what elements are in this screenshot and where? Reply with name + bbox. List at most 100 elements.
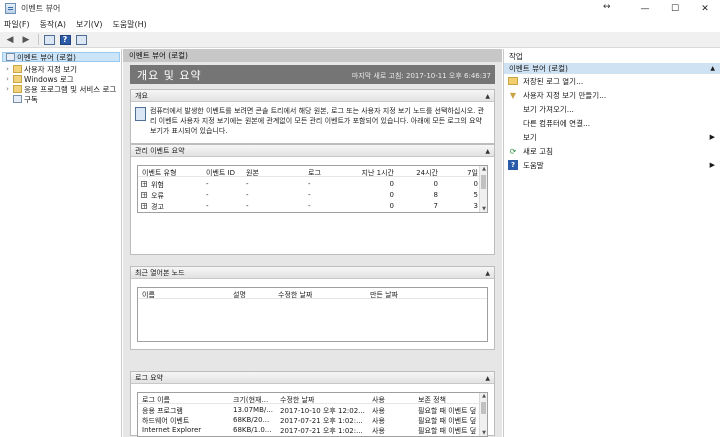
- scroll-down-icon[interactable]: ▼: [480, 206, 487, 212]
- folder-icon: [13, 85, 22, 93]
- help-icon: ?: [508, 160, 518, 170]
- tree-item-windows-logs[interactable]: › Windows 로그: [4, 74, 74, 84]
- expand-chevron-icon[interactable]: ›: [4, 75, 11, 83]
- action-label: 보기 가져오기...: [523, 104, 574, 114]
- table-scrollbar[interactable]: ▲ ▼: [479, 393, 487, 436]
- column-header[interactable]: 7일: [448, 168, 478, 178]
- table-row[interactable]: + 오류 - - - 0 8 5: [138, 190, 487, 201]
- menu-action[interactable]: 동작(A): [40, 19, 66, 30]
- table-cell: -: [308, 202, 311, 210]
- tree-item-event-viewer-local[interactable]: 이벤트 뷰어 (로컬): [2, 52, 120, 62]
- column-header[interactable]: 24시간: [400, 168, 438, 178]
- table-cell: 68KB/20...: [233, 416, 270, 424]
- table-cell: -: [308, 180, 311, 188]
- connect-computer-action[interactable]: 다른 컴퓨터에 연결...: [504, 116, 720, 130]
- collapse-icon[interactable]: ▲: [710, 65, 715, 72]
- table-cell: 7: [433, 202, 438, 210]
- menu-file[interactable]: 파일(F): [4, 19, 30, 30]
- column-header[interactable]: 사용: [372, 395, 385, 405]
- actions-pane: 작업 이벤트 뷰어 (로컬) ▲ 저장된 로그 열기... ▼ 사용자 지정 보…: [503, 49, 720, 437]
- create-custom-view-action[interactable]: ▼ 사용자 지정 보기 만들기...: [504, 88, 720, 102]
- open-saved-log-action[interactable]: 저장된 로그 열기...: [504, 74, 720, 88]
- back-button[interactable]: ◀: [3, 33, 17, 46]
- column-header[interactable]: 수정한 날짜: [278, 290, 312, 300]
- column-header[interactable]: 지난 1시간: [356, 168, 394, 178]
- tree-item-subscriptions[interactable]: 구독: [11, 94, 38, 104]
- expand-plus-icon[interactable]: +: [141, 203, 147, 210]
- tree-item-app-service-logs[interactable]: › 응용 프로그램 및 서비스 로그: [4, 84, 121, 94]
- table-row[interactable]: Internet Explorer 68KB/1.0... 2017-07-21…: [138, 425, 487, 436]
- actions-header: 작업: [504, 49, 720, 63]
- column-header[interactable]: 이벤트 ID: [206, 168, 246, 178]
- column-header[interactable]: 크기(현재...: [233, 395, 277, 405]
- recent-nodes-section-header[interactable]: 최근 열어본 노드 ▲: [131, 267, 494, 279]
- column-header[interactable]: 보존 정책: [418, 395, 446, 405]
- center-scrollbar[interactable]: [495, 84, 502, 436]
- table-cell: Internet Explorer: [142, 426, 202, 434]
- action-label: 다른 컴퓨터에 연결...: [523, 118, 591, 128]
- show-hide-console-tree-button[interactable]: [42, 33, 56, 46]
- table-cell: 오류: [151, 192, 164, 200]
- last-refresh-text: 마지막 새로 고침: 2017-10-11 오후 6:46:37: [351, 72, 491, 80]
- console-tree-icon: [43, 34, 55, 45]
- help-toolbar-button[interactable]: ?: [58, 33, 72, 46]
- resize-cursor-icon: ↔: [603, 2, 611, 12]
- collapse-icon[interactable]: ▲: [485, 93, 490, 100]
- action-pane-icon: [75, 34, 87, 45]
- submenu-arrow-icon: ▶: [709, 133, 715, 141]
- help-action[interactable]: ? 도움말 ▶: [504, 158, 720, 172]
- title-bar: 이벤트 뷰어 ↔ — ☐ ✕: [0, 0, 720, 17]
- table-row[interactable]: + 위험 - - - 0 0 0: [138, 179, 487, 190]
- overview-section: 개요 ▲ 컴퓨터에서 발생한 이벤트를 보려면 콘솔 트리에서 해당 원본, 로…: [130, 89, 495, 144]
- column-header[interactable]: 이름: [142, 290, 155, 300]
- log-summary-section-header[interactable]: 로그 요약 ▲: [131, 372, 494, 384]
- table-cell: 0: [473, 180, 478, 188]
- minimize-button[interactable]: —: [630, 0, 660, 17]
- window-title: 이벤트 뷰어: [21, 4, 61, 13]
- folder-open-icon: [508, 77, 518, 85]
- scroll-down-icon[interactable]: ▼: [480, 430, 487, 436]
- scroll-thumb[interactable]: [481, 402, 486, 414]
- expand-plus-icon[interactable]: +: [141, 181, 147, 188]
- scroll-up-icon[interactable]: ▲: [480, 393, 487, 399]
- overview-section-header[interactable]: 개요 ▲: [131, 90, 494, 102]
- menu-view[interactable]: 보기(V): [76, 19, 102, 30]
- table-cell: 2017-07-21 오후 1:02:...: [280, 427, 363, 435]
- overview-banner: 개요 및 요약 마지막 새로 고침: 2017-10-11 오후 6:46:37: [130, 65, 495, 84]
- table-cell: 8: [433, 191, 438, 199]
- table-header: 이벤트 유형 이벤트 ID 원본 로그 지난 1시간 24시간 7일: [138, 166, 487, 177]
- close-button[interactable]: ✕: [690, 0, 720, 17]
- tree-item-custom-views[interactable]: › 사용자 지정 보기: [4, 64, 77, 74]
- center-scroll-area: 개요 ▲ 컴퓨터에서 발생한 이벤트를 보려면 콘솔 트리에서 해당 원본, 로…: [130, 84, 495, 437]
- table-cell: -: [246, 191, 249, 199]
- forward-button[interactable]: ▶: [19, 33, 33, 46]
- view-action[interactable]: 보기 ▶: [504, 130, 720, 144]
- column-header[interactable]: 로그 이름: [142, 395, 170, 405]
- collapse-icon[interactable]: ▲: [485, 148, 490, 155]
- recent-nodes-section: 최근 열어본 노드 ▲ 이름 설명 수정한 날짜 만든 날짜: [130, 266, 495, 350]
- column-header[interactable]: 이벤트 유형: [142, 168, 202, 178]
- expand-chevron-icon[interactable]: ›: [4, 65, 11, 73]
- import-view-action[interactable]: 보기 가져오기...: [504, 102, 720, 116]
- column-header[interactable]: 수정한 날짜: [280, 395, 314, 405]
- expand-chevron-icon[interactable]: ›: [4, 85, 11, 93]
- overview-body: 컴퓨터에서 발생한 이벤트를 보려면 콘솔 트리에서 해당 원본, 로그 또는 …: [135, 106, 490, 136]
- table-row[interactable]: + 경고 - - - 0 7 3: [138, 201, 487, 212]
- collapse-icon[interactable]: ▲: [485, 375, 490, 382]
- maximize-button[interactable]: ☐: [660, 0, 690, 17]
- folder-icon: [13, 65, 22, 73]
- column-header[interactable]: 설명: [233, 290, 246, 300]
- scroll-up-icon[interactable]: ▲: [480, 166, 487, 172]
- column-header[interactable]: 원본: [246, 168, 296, 178]
- actions-subheader[interactable]: 이벤트 뷰어 (로컬) ▲: [504, 63, 720, 74]
- menu-help[interactable]: 도움말(H): [112, 19, 146, 30]
- scroll-thumb[interactable]: [481, 175, 486, 189]
- show-hide-action-pane-button[interactable]: [74, 33, 88, 46]
- expand-plus-icon[interactable]: +: [141, 192, 147, 199]
- table-scrollbar[interactable]: ▲ ▼: [479, 166, 487, 212]
- column-header[interactable]: 로그: [308, 168, 348, 178]
- refresh-action[interactable]: ⟳ 새로 고침: [504, 144, 720, 158]
- column-header[interactable]: 만든 날짜: [370, 290, 398, 300]
- admin-events-section-header[interactable]: 관리 이벤트 요약 ▲: [131, 145, 494, 157]
- collapse-icon[interactable]: ▲: [485, 270, 490, 277]
